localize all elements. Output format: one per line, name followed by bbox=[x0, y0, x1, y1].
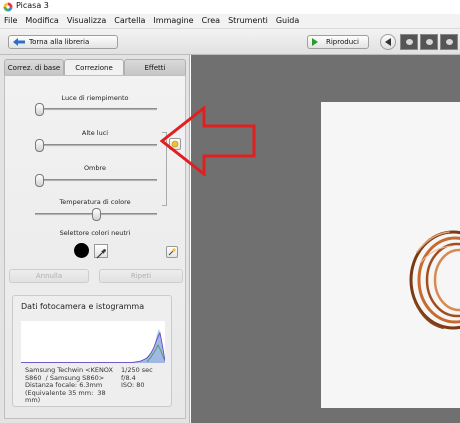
tab-basic-fixes[interactable]: Correz. di base bbox=[4, 59, 64, 75]
menu-immagine[interactable]: Immagine bbox=[149, 14, 197, 28]
tab-correction[interactable]: Correzione bbox=[64, 59, 124, 76]
back-to-library-button[interactable]: Torna alla libreria bbox=[8, 35, 118, 49]
play-label: Riproduci bbox=[326, 38, 359, 46]
back-to-library-label: Torna alla libreria bbox=[29, 38, 90, 46]
camera-info-box: Dati fotocamera e istogramma Samsung Tec… bbox=[12, 295, 172, 407]
edit-tabs: Correz. di base Correzione Effetti bbox=[4, 59, 186, 76]
menu-guida[interactable]: Guida bbox=[272, 14, 303, 28]
magic-wand-icon bbox=[168, 248, 176, 256]
filmstrip-thumbnail[interactable] bbox=[440, 34, 458, 50]
color-temperature-slider-thumb[interactable] bbox=[91, 208, 101, 221]
previous-photo-button[interactable] bbox=[380, 34, 396, 50]
photo-canvas[interactable] bbox=[321, 102, 460, 408]
undo-button[interactable]: Annulla bbox=[9, 269, 89, 283]
shadows-slider-track[interactable] bbox=[35, 179, 157, 182]
histogram bbox=[21, 321, 165, 363]
window-title: Picasa 3 bbox=[16, 1, 49, 10]
filmstrip-thumbnail[interactable] bbox=[420, 34, 438, 50]
menu-file[interactable]: File bbox=[0, 14, 21, 28]
red-arrow-annotation-icon bbox=[160, 106, 256, 176]
menu-cartella[interactable]: Cartella bbox=[110, 14, 149, 28]
color-temperature-label: Temperatura di colore bbox=[59, 198, 131, 206]
toolbar: Torna alla libreria Riproduci bbox=[0, 29, 460, 55]
fill-light-slider-thumb[interactable] bbox=[35, 103, 44, 116]
play-icon bbox=[312, 38, 318, 46]
focal-equivalent-unit: mm) bbox=[25, 396, 41, 404]
highlights-slider-thumb[interactable] bbox=[35, 139, 44, 152]
eyedropper-button[interactable] bbox=[94, 244, 108, 259]
menu-crea[interactable]: Crea bbox=[198, 14, 225, 28]
filmstrip-thumbnail[interactable] bbox=[400, 34, 418, 50]
copper-wire-ring-image bbox=[409, 230, 460, 330]
neutral-color-picker-label: Selettore colori neutri bbox=[59, 229, 131, 237]
menu-visualizza[interactable]: Visualizza bbox=[63, 14, 110, 28]
back-arrow-icon bbox=[13, 38, 25, 46]
picasa-app-icon bbox=[3, 2, 13, 12]
fill-light-slider-track[interactable] bbox=[35, 108, 157, 111]
title-bar: Picasa 3 bbox=[0, 0, 460, 14]
auto-color-button[interactable] bbox=[166, 246, 178, 258]
menu-modifica[interactable]: Modifica bbox=[21, 14, 62, 28]
iso: ISO: 80 bbox=[121, 381, 145, 389]
camera-info-title: Dati fotocamera e istogramma bbox=[21, 302, 145, 311]
highlights-label: Alte luci bbox=[81, 129, 109, 137]
eyedropper-icon bbox=[96, 249, 106, 259]
shadows-label: Ombre bbox=[83, 164, 107, 172]
menu-bar: File Modifica Visualizza Cartella Immagi… bbox=[0, 14, 460, 29]
menu-strumenti[interactable]: Strumenti bbox=[224, 14, 272, 28]
play-slideshow-button[interactable]: Riproduci bbox=[307, 35, 369, 49]
redo-button[interactable]: Ripeti bbox=[99, 269, 183, 283]
left-arrow-icon bbox=[385, 38, 391, 46]
tab-effects[interactable]: Effetti bbox=[124, 59, 186, 75]
neutral-color-swatch bbox=[74, 243, 89, 258]
highlights-slider-track[interactable] bbox=[35, 144, 157, 147]
shadows-slider-thumb[interactable] bbox=[35, 174, 44, 187]
fill-light-label: Luce di riempimento bbox=[61, 94, 129, 102]
